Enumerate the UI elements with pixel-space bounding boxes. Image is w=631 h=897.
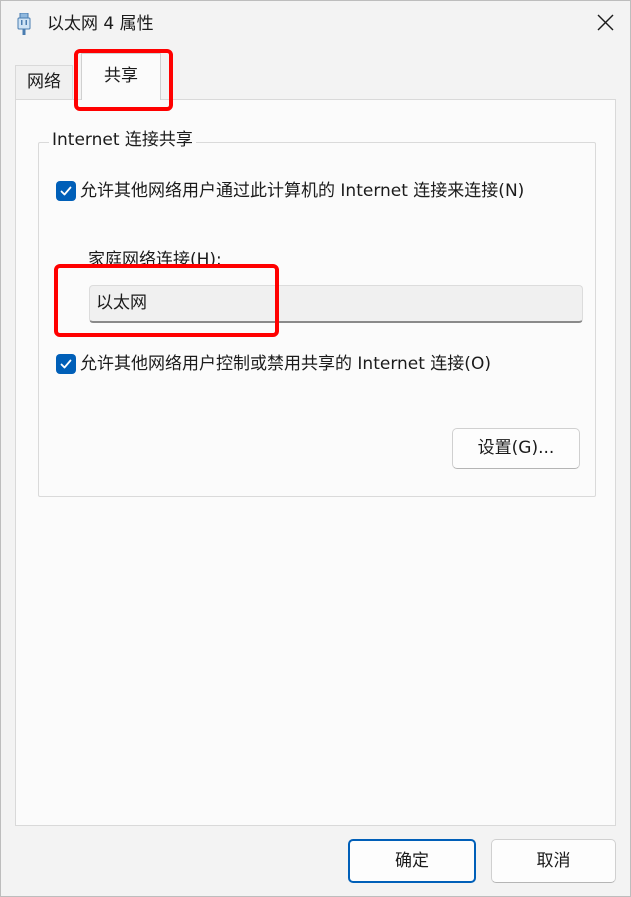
close-button[interactable] [587,7,623,41]
allow-share-label: 允许其他网络用户通过此计算机的 Internet 连接来连接(N) [80,181,525,201]
close-icon [597,14,614,35]
allow-control-label: 允许其他网络用户控制或禁用共享的 Internet 连接(O) [80,354,491,374]
title-bar: 以太网 4 属性 [1,1,630,47]
allow-share-checkbox[interactable]: 允许其他网络用户通过此计算机的 Internet 连接来连接(N) [56,180,524,202]
network-adapter-icon [17,12,31,35]
properties-dialog: 以太网 4 属性 网络 共享 Internet 连接共享 允许其他网络用户通过此… [0,0,631,897]
tab-sharing[interactable]: 共享 [81,53,161,100]
checkbox-checked-icon [56,181,76,201]
home-network-label: 家庭网络连接(H): [88,250,222,270]
sharing-tab-panel: Internet 连接共享 允许其他网络用户通过此计算机的 Internet 连… [15,99,616,826]
tab-network[interactable]: 网络 [15,65,73,99]
allow-control-checkbox[interactable]: 允许其他网络用户控制或禁用共享的 Internet 连接(O) [56,353,491,375]
window-title: 以太网 4 属性 [47,14,154,34]
settings-button[interactable]: 设置(G)... [452,428,580,469]
ics-group-title: Internet 连接共享 [49,129,196,151]
home-network-select[interactable]: 以太网 [89,285,583,323]
ok-button[interactable]: 确定 [348,839,476,883]
cancel-button[interactable]: 取消 [491,839,616,883]
checkbox-checked-icon [56,354,76,374]
